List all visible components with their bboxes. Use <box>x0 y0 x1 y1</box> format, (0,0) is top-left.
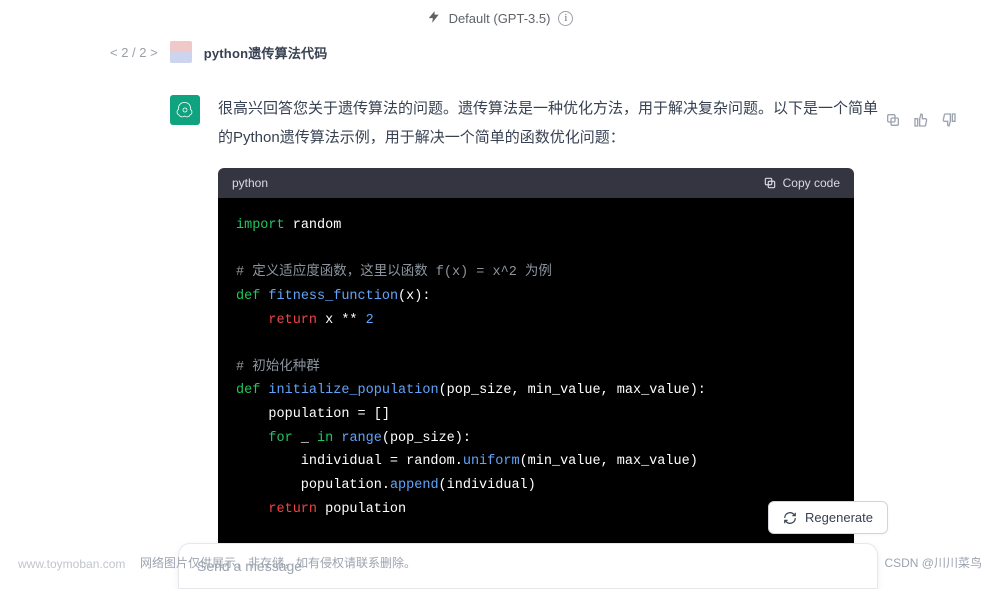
message-actions <box>885 112 957 128</box>
watermark-mid: 网络图片仅供展示，非存储，如有侵权请联系删除。 <box>140 554 416 571</box>
thumbs-up-icon[interactable] <box>913 112 929 128</box>
copy-code-label: Copy code <box>783 176 840 190</box>
assistant-avatar <box>170 95 200 125</box>
info-icon[interactable]: i <box>558 11 573 26</box>
code-block: python Copy code import random # 定义适应度函数… <box>218 168 854 586</box>
code-content: import random # 定义适应度函数，这里以函数 f(x) = x^2… <box>218 198 854 586</box>
model-label: Default (GPT-3.5) <box>449 11 551 26</box>
copy-code-button[interactable]: Copy code <box>763 176 840 190</box>
user-message-truncated: < 2 / 2 > python遗传算法代码 <box>0 41 1000 67</box>
copy-icon[interactable] <box>885 112 901 128</box>
watermark-right: CSDN @川川菜鸟 <box>884 554 982 571</box>
user-avatar <box>170 41 192 63</box>
thumbs-down-icon[interactable] <box>941 112 957 128</box>
watermark-left: www.toymoban.com <box>18 557 125 571</box>
code-language: python <box>232 176 268 190</box>
code-header: python Copy code <box>218 168 854 198</box>
model-header: Default (GPT-3.5) i <box>0 0 1000 41</box>
regenerate-button[interactable]: Regenerate <box>768 501 888 534</box>
user-message-text: python遗传算法代码 <box>204 43 328 62</box>
bolt-icon <box>427 10 441 27</box>
message-pager[interactable]: < 2 / 2 > <box>110 45 158 60</box>
regenerate-label: Regenerate <box>805 510 873 525</box>
assistant-text: 很高兴回答您关于遗传算法的问题。遗传算法是一种优化方法，用于解决复杂问题。以下是… <box>218 95 878 152</box>
